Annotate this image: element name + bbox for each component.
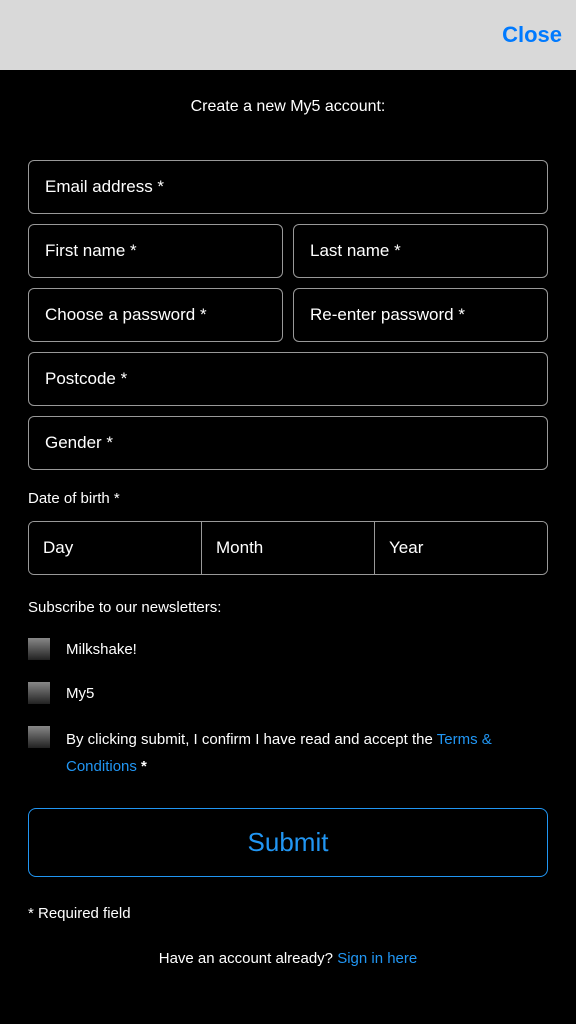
password-confirm-field[interactable] bbox=[293, 288, 548, 342]
header: Close bbox=[0, 0, 576, 70]
newsletter-label: Subscribe to our newsletters: bbox=[28, 599, 548, 616]
form-content: Create a new My5 account: Date of birth … bbox=[0, 70, 576, 987]
gender-field[interactable] bbox=[28, 416, 548, 470]
terms-prefix: By clicking submit, I confirm I have rea… bbox=[66, 731, 437, 748]
checkbox-terms[interactable] bbox=[28, 726, 50, 748]
signin-row: Have an account already? Sign in here bbox=[28, 950, 548, 967]
newsletter-item-my5: My5 bbox=[28, 682, 548, 704]
terms-row: By clicking submit, I confirm I have rea… bbox=[28, 726, 548, 780]
required-note: * Required field bbox=[28, 905, 548, 922]
newsletter-item-milkshake: Milkshake! bbox=[28, 638, 548, 660]
dob-label: Date of birth * bbox=[28, 490, 548, 507]
checkbox-label: Milkshake! bbox=[66, 641, 137, 658]
dob-row: Day Month Year bbox=[28, 521, 548, 575]
postcode-field[interactable] bbox=[28, 352, 548, 406]
close-button[interactable]: Close bbox=[502, 22, 562, 48]
dob-month[interactable]: Month bbox=[202, 522, 375, 574]
submit-button[interactable]: Submit bbox=[28, 808, 548, 877]
signin-prefix: Have an account already? bbox=[159, 950, 337, 967]
last-name-field[interactable] bbox=[293, 224, 548, 278]
terms-asterisk: * bbox=[137, 758, 147, 775]
dob-day[interactable]: Day bbox=[29, 522, 202, 574]
checkbox-milkshake[interactable] bbox=[28, 638, 50, 660]
dob-year[interactable]: Year bbox=[375, 522, 547, 574]
signin-link[interactable]: Sign in here bbox=[337, 950, 417, 967]
terms-text: By clicking submit, I confirm I have rea… bbox=[66, 726, 548, 780]
page-title: Create a new My5 account: bbox=[28, 98, 548, 116]
checkbox-label: My5 bbox=[66, 685, 94, 702]
first-name-field[interactable] bbox=[28, 224, 283, 278]
email-field[interactable] bbox=[28, 160, 548, 214]
password-field[interactable] bbox=[28, 288, 283, 342]
checkbox-my5[interactable] bbox=[28, 682, 50, 704]
